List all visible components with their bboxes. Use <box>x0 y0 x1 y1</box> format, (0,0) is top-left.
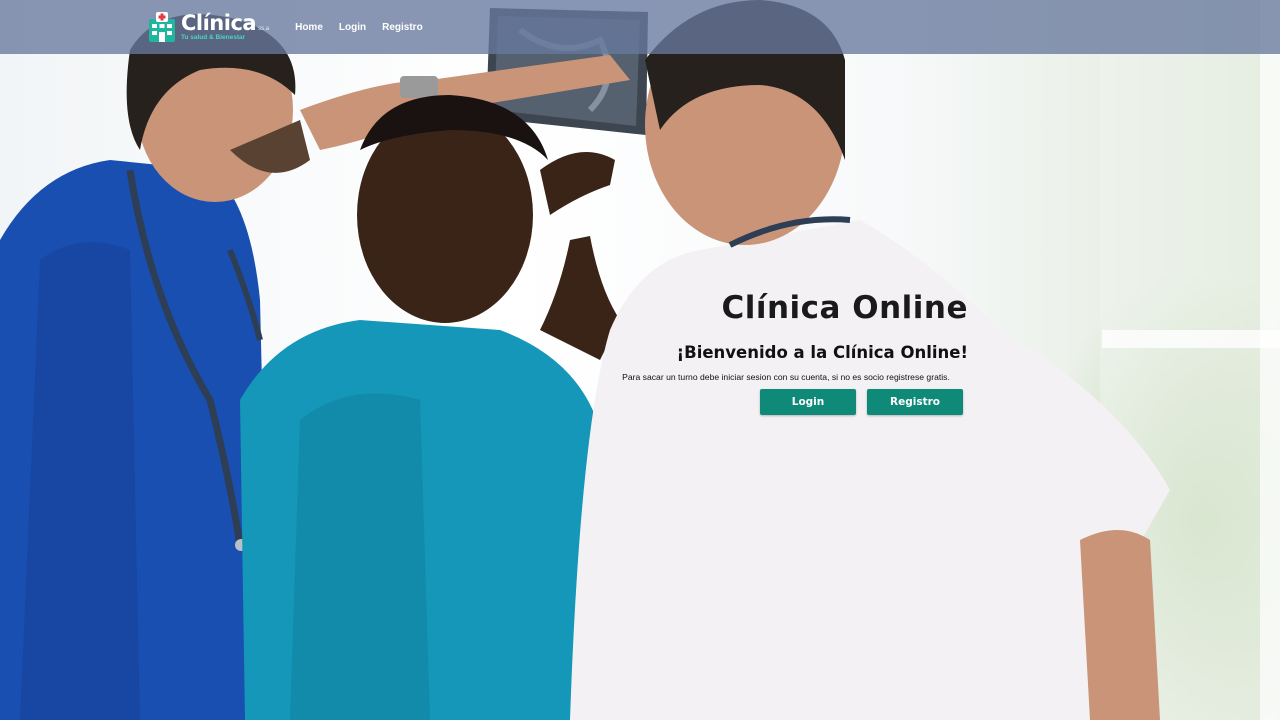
brand-tagline: Tu salud & Bienestar <box>181 33 246 41</box>
hero-section: Clínica Online ¡Bienvenido a la Clínica … <box>596 290 976 415</box>
nav-link-home[interactable]: Home <box>295 22 323 33</box>
login-button[interactable]: Login <box>760 389 856 415</box>
hero-subtitle: ¡Bienvenido a la Clínica Online! <box>676 343 968 362</box>
register-button[interactable]: Registro <box>867 389 963 415</box>
top-navbar: Clínica ss.a Tu salud & Bienestar Home L… <box>0 0 1280 54</box>
hero-actions: Login Registro <box>596 389 963 415</box>
hero-description: Para sacar un turno debe iniciar sesion … <box>622 372 950 382</box>
nav-link-registro[interactable]: Registro <box>382 22 423 33</box>
brand-logo[interactable]: Clínica ss.a Tu salud & Bienestar <box>148 11 269 43</box>
brand-name: Clínica <box>181 10 257 35</box>
hero-title: Clínica Online <box>721 290 968 326</box>
nav-link-login[interactable]: Login <box>339 22 366 33</box>
doctor-middle <box>240 95 620 720</box>
hospital-icon <box>149 12 175 42</box>
brand-suffix: ss.a <box>258 25 270 32</box>
